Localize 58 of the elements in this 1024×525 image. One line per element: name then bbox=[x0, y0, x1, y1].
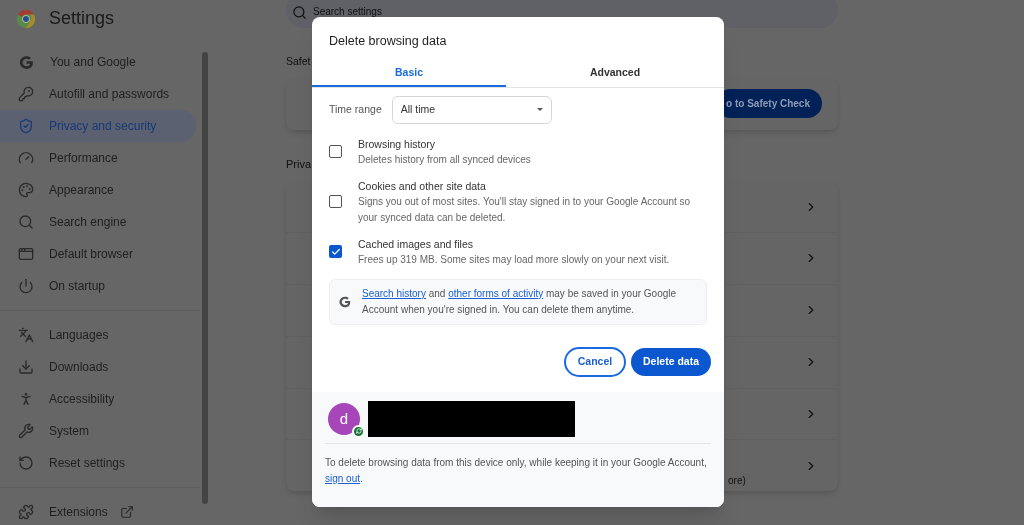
section-heading: Priva bbox=[286, 156, 312, 172]
google-g-icon bbox=[338, 294, 352, 309]
option-description: Deletes history from all synced devices bbox=[358, 152, 531, 167]
tab[interactable]: Advanced bbox=[506, 60, 724, 87]
option-title: Browsing history bbox=[358, 136, 437, 152]
sidebar-item[interactable]: Accessibility bbox=[0, 383, 196, 415]
footer-text: To delete browsing data from this device only, while keeping it in your Google Account, sign out. bbox=[325, 455, 708, 486]
text-link[interactable]: Search history bbox=[362, 287, 426, 299]
notice-text: Search history and other forms of activity may be saved in your Google Account when you're signed in. You can delete them anytime. bbox=[362, 286, 678, 317]
sidebar-item[interactable]: Performance bbox=[0, 142, 196, 174]
puzzle-icon bbox=[18, 504, 34, 520]
section-heading: Safet bbox=[286, 54, 311, 69]
sidebar-item[interactable]: Downloads bbox=[0, 351, 196, 383]
sidebar-item[interactable]: Extensions bbox=[0, 496, 196, 525]
sidebar-item[interactable]: Languages bbox=[0, 319, 196, 351]
browser-logo-icon bbox=[16, 8, 36, 29]
sidebar-item[interactable]: Reset settings bbox=[0, 447, 196, 479]
text-link[interactable]: other forms of activity bbox=[448, 287, 544, 299]
google-g-icon bbox=[18, 53, 35, 71]
gauge-icon bbox=[18, 150, 34, 166]
field-label: Time range bbox=[329, 101, 382, 117]
translate-icon bbox=[18, 327, 34, 343]
search-icon bbox=[292, 4, 307, 20]
sidebar-item[interactable]: System bbox=[0, 415, 196, 447]
palette-icon bbox=[18, 182, 34, 198]
person-icon bbox=[18, 391, 34, 407]
dialog-title: Delete browsing data bbox=[328, 33, 447, 50]
checkbox[interactable] bbox=[329, 245, 342, 259]
option-title: Cached images and files bbox=[358, 236, 474, 252]
option-description: Signs you out of most sites. You'll stay signed in to your Google Account so your synced data can be deleted. bbox=[358, 194, 692, 225]
option-title: Cookies and other site data bbox=[358, 178, 487, 194]
external-link-icon bbox=[119, 505, 134, 519]
sidebar-item[interactable]: Autofill and passwords bbox=[0, 78, 196, 110]
sidebar-item[interactable]: You and Google bbox=[0, 46, 196, 78]
check-icon bbox=[330, 246, 341, 257]
option-description: Frees up 319 MB. Some sites may load more slowly on your next visit. bbox=[358, 252, 670, 267]
tab[interactable]: Basic bbox=[312, 60, 506, 87]
search-icon bbox=[18, 214, 34, 230]
caret-icon bbox=[536, 108, 543, 112]
app-title: Settings bbox=[49, 7, 115, 30]
row-description: ore) bbox=[728, 474, 746, 489]
key-icon bbox=[18, 86, 34, 102]
checkbox[interactable] bbox=[329, 145, 342, 159]
shield-icon bbox=[18, 118, 34, 134]
download-icon bbox=[18, 359, 34, 375]
cancel-button[interactable]: Cancel bbox=[564, 346, 626, 377]
power-icon bbox=[18, 278, 34, 294]
delete-data-button[interactable]: Delete data bbox=[631, 347, 711, 376]
wrench-icon bbox=[18, 423, 34, 439]
sidebar-item[interactable]: Appearance bbox=[0, 174, 196, 206]
checkbox[interactable] bbox=[329, 195, 342, 209]
sidebar-item[interactable]: Search engine bbox=[0, 206, 196, 238]
window-icon bbox=[18, 246, 34, 262]
reset-icon bbox=[18, 455, 34, 471]
time-range-dropdown[interactable]: All time bbox=[391, 95, 552, 124]
sidebar-item[interactable]: Privacy and security bbox=[0, 110, 196, 142]
sidebar-item[interactable]: On startup bbox=[0, 270, 196, 302]
sidebar-item[interactable]: Default browser bbox=[0, 238, 196, 270]
